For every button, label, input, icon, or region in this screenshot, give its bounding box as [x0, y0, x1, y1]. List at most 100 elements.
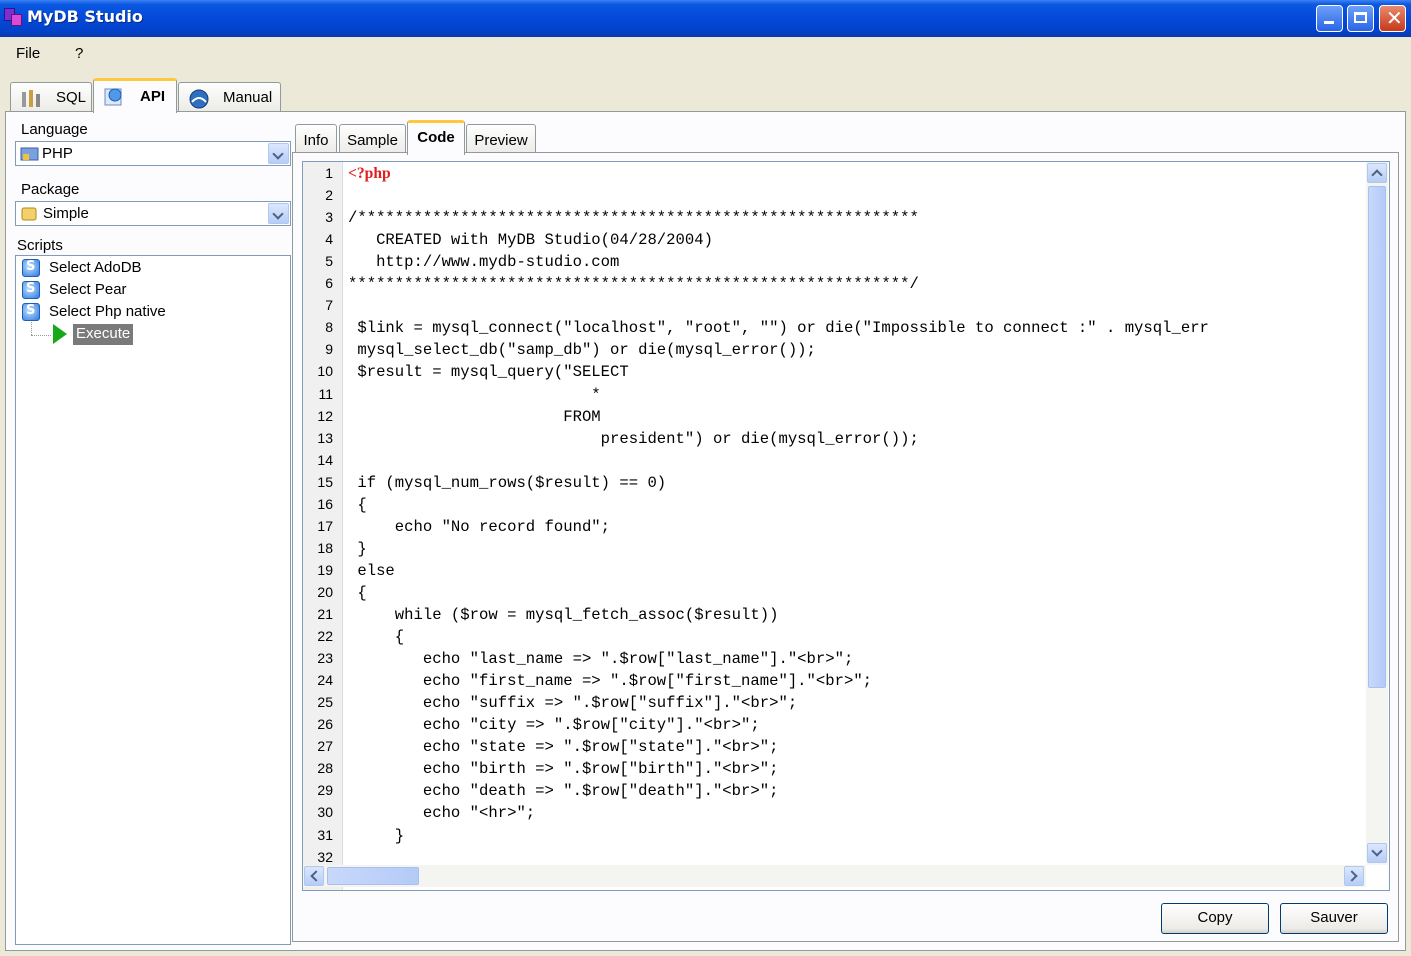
- line-number: 30: [317, 804, 333, 821]
- window-title: MyDB Studio: [27, 7, 143, 26]
- horizontal-scrollbar[interactable]: [303, 865, 1366, 887]
- title-bar[interactable]: MyDB Studio ✕: [0, 0, 1411, 37]
- maximize-icon: [1354, 12, 1367, 23]
- close-icon: ✕: [1386, 8, 1403, 30]
- maximize-button[interactable]: [1347, 5, 1374, 32]
- code-line: echo "No record found";: [348, 517, 611, 536]
- tab-code-label: Code: [417, 129, 455, 146]
- script-label: Select Pear: [49, 281, 127, 298]
- code-line: CREATED with MyDB Studio(04/28/2004): [348, 231, 713, 250]
- tab-sample-label: Sample: [347, 132, 398, 149]
- line-number: 11: [318, 385, 333, 402]
- copy-button[interactable]: Copy: [1161, 903, 1269, 934]
- package-dropdown-button[interactable]: [268, 203, 289, 224]
- script-label: Select Php native: [49, 303, 166, 320]
- line-number: 8: [325, 319, 333, 336]
- code-line: {: [348, 583, 367, 602]
- package-select[interactable]: Simple: [15, 201, 291, 226]
- menu-help[interactable]: ?: [75, 45, 83, 62]
- code-line: }: [348, 539, 367, 558]
- scroll-up-button[interactable]: [1367, 163, 1387, 183]
- tab-manual[interactable]: Manual: [178, 82, 281, 112]
- line-number: 19: [317, 561, 333, 578]
- line-number: 16: [317, 495, 333, 512]
- code-line: else: [348, 561, 395, 580]
- code-line: president") or die(mysql_error());: [348, 429, 919, 448]
- code-line: echo "state => ".$row["state"]."<br>";: [348, 738, 779, 757]
- code-line: http://www.mydb-studio.com: [348, 253, 620, 272]
- language-value: PHP: [42, 145, 73, 162]
- code-line: echo "city => ".$row["city"]."<br>";: [348, 716, 760, 735]
- scripts-tree: Select AdoDB Select Pear Select Php nati…: [15, 255, 291, 945]
- tab-info[interactable]: Info: [295, 124, 337, 154]
- scroll-left-button[interactable]: [304, 866, 324, 886]
- tab-preview-label: Preview: [474, 132, 528, 149]
- tab-api[interactable]: API: [93, 78, 177, 113]
- language-select[interactable]: PHP: [15, 141, 291, 166]
- code-line: {: [348, 628, 405, 647]
- line-number: 29: [317, 782, 333, 799]
- code-line: echo "<hr>";: [348, 804, 536, 823]
- minimize-button[interactable]: [1316, 5, 1343, 32]
- code-line: echo "birth => ".$row["birth"]."<br>";: [348, 760, 779, 779]
- line-number: 6: [325, 275, 333, 292]
- tab-code[interactable]: Code: [407, 120, 465, 155]
- code-line: *: [348, 385, 601, 404]
- package-value: Simple: [43, 205, 89, 222]
- line-number: 15: [317, 473, 333, 490]
- tree-connector: [31, 335, 51, 336]
- line-number: 17: [317, 517, 333, 534]
- line-number: 9: [325, 341, 333, 358]
- minimize-icon: [1324, 21, 1334, 24]
- code-line: FROM: [348, 407, 601, 426]
- menu-file[interactable]: File: [16, 45, 40, 62]
- line-number: 22: [317, 628, 333, 645]
- save-button[interactable]: Sauver: [1280, 903, 1388, 934]
- tab-sql[interactable]: SQL: [10, 82, 92, 112]
- code-editor[interactable]: 1 <?php 2 3/*******************************…: [302, 161, 1390, 891]
- line-number: 2: [325, 187, 333, 204]
- script-label: Select AdoDB: [49, 259, 142, 276]
- line-number: 24: [317, 672, 333, 689]
- tab-info-label: Info: [303, 132, 329, 149]
- main-tab-bar: SQL API Manual: [0, 78, 1411, 113]
- tab-preview[interactable]: Preview: [466, 124, 536, 154]
- vertical-scroll-thumb[interactable]: [1368, 186, 1386, 688]
- code-line: ****************************************…: [348, 275, 919, 294]
- code-line: $link = mysql_connect("localhost", "root…: [348, 319, 1209, 338]
- line-number: 32: [317, 848, 333, 865]
- code-line: echo "last_name => ".$row["last_name"]."…: [348, 650, 854, 669]
- script-icon: [22, 259, 40, 277]
- vertical-scrollbar[interactable]: [1366, 162, 1388, 865]
- tab-api-label: API: [140, 88, 166, 105]
- scroll-down-button[interactable]: [1367, 843, 1387, 863]
- line-number: 31: [317, 826, 333, 843]
- tab-sql-label: SQL: [56, 89, 87, 106]
- close-button[interactable]: ✕: [1379, 5, 1406, 32]
- menu-bar: File ?: [0, 37, 1411, 70]
- manual-icon: [189, 89, 209, 109]
- sql-tools-icon: [22, 90, 40, 107]
- scripts-label: Scripts: [17, 237, 63, 254]
- language-dropdown-button[interactable]: [268, 143, 289, 164]
- right-pane: Info Sample Code Preview 1 <?php 2 3/******…: [290, 118, 1401, 943]
- horizontal-scroll-thumb[interactable]: [327, 867, 419, 885]
- line-number: 10: [317, 363, 333, 380]
- line-number: 1: [325, 165, 333, 181]
- tab-sample[interactable]: Sample: [339, 124, 406, 154]
- line-number: 20: [317, 583, 333, 600]
- execute-item[interactable]: Execute: [73, 324, 134, 345]
- left-pane: Language PHP Package Simple Scripts Sele…: [8, 118, 291, 945]
- code-line: }: [348, 826, 405, 845]
- package-icon: [21, 207, 37, 221]
- php-icon: [20, 147, 39, 161]
- line-number: 3: [325, 209, 333, 226]
- line-number: 23: [317, 650, 333, 667]
- line-number: 12: [317, 407, 333, 424]
- app-logo-icon: [4, 8, 22, 26]
- scroll-right-button[interactable]: [1344, 866, 1364, 886]
- line-number: 13: [317, 429, 333, 446]
- execute-icon: [53, 324, 67, 344]
- line-number: 25: [317, 694, 333, 711]
- line-number: 5: [325, 253, 333, 270]
